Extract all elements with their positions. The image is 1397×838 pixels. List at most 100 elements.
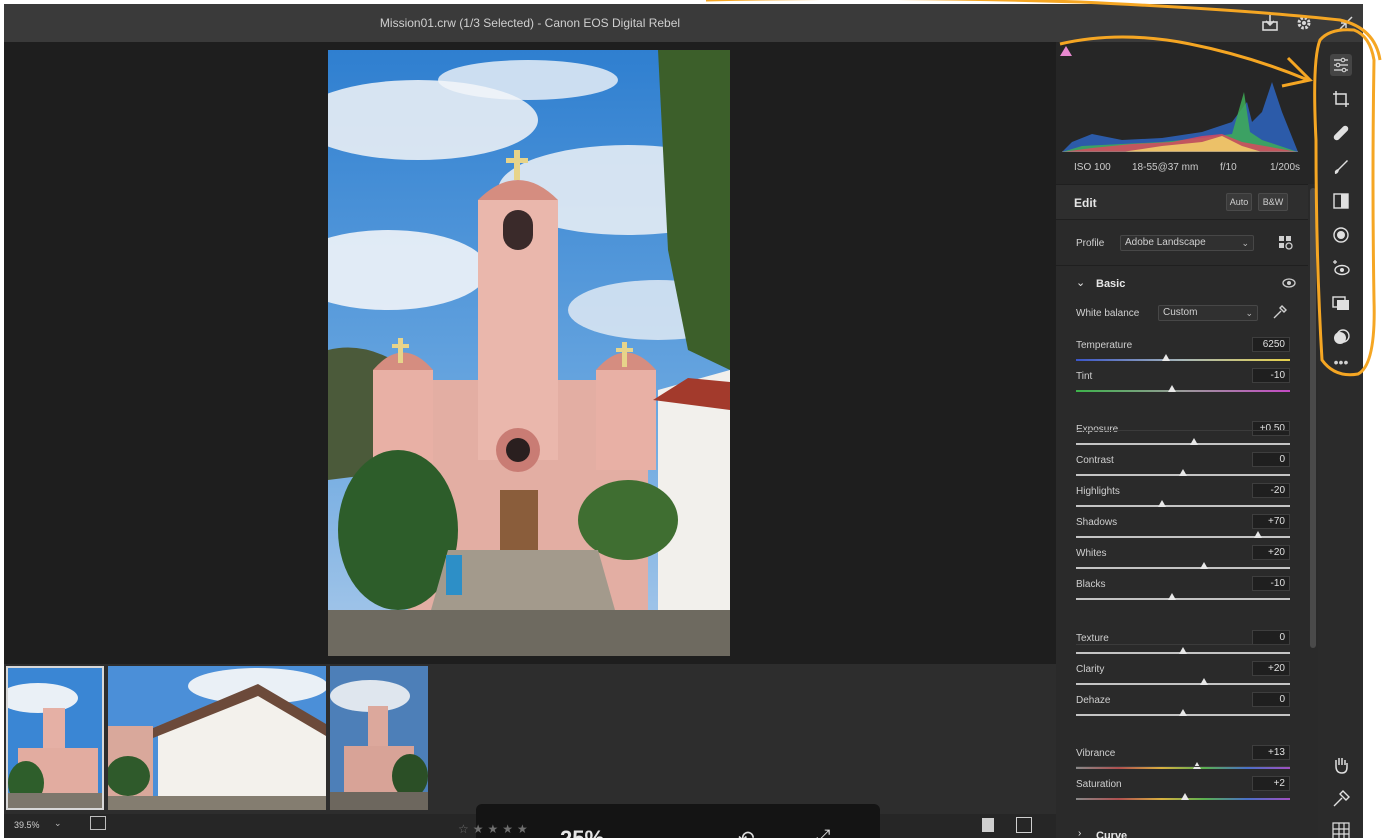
panel-scrollbar[interactable]	[1310, 188, 1316, 648]
thumbnail-2[interactable]	[108, 666, 326, 810]
slider-contrast[interactable]: Contrast 0	[1076, 452, 1296, 485]
healing-icon[interactable]	[1330, 122, 1352, 144]
crop-icon[interactable]	[1330, 88, 1352, 110]
slider-label: Tint	[1076, 371, 1093, 382]
grid-icon[interactable]	[1330, 820, 1352, 838]
slider-texture[interactable]: Texture 0	[1076, 630, 1296, 663]
slider-exposure[interactable]: Exposure+0.50	[1076, 421, 1296, 454]
slider-handle[interactable]	[1168, 593, 1177, 600]
snapshots-icon[interactable]	[1330, 292, 1352, 314]
slider-track[interactable]	[1076, 767, 1290, 769]
image-viewer[interactable]	[4, 42, 1056, 664]
overlay-zoom-value[interactable]: 25%	[560, 826, 604, 838]
more-icon[interactable]: •••	[1330, 355, 1352, 378]
slider-value-input[interactable]: +2	[1252, 776, 1290, 791]
slider-value-input[interactable]: +0.50	[1252, 421, 1290, 436]
shadow-clipping-icon[interactable]	[1060, 46, 1072, 56]
slider-value-input[interactable]: 0	[1252, 630, 1290, 645]
slider-value-input[interactable]: -20	[1252, 483, 1290, 498]
slider-dehaze[interactable]: Dehaze 0	[1076, 692, 1296, 725]
camera-raw-window: Mission01.crw (1/3 Selected) - Canon EOS…	[4, 4, 1363, 838]
slider-handle[interactable]	[1179, 709, 1187, 716]
slider-handle[interactable]	[1168, 385, 1177, 392]
single-view-icon[interactable]	[982, 818, 994, 832]
slider-value-input[interactable]: +70	[1252, 514, 1290, 529]
basic-title[interactable]: Basic	[1096, 278, 1125, 290]
basic-toggle-icon[interactable]: ⌄	[1076, 276, 1085, 289]
profile-dropdown[interactable]: Adobe Landscape ⌄	[1120, 235, 1254, 251]
slider-label: Blacks	[1076, 579, 1106, 590]
slider-label: Dehaze	[1076, 695, 1111, 706]
exif-lens: 18-55@37 mm	[1132, 162, 1199, 173]
red-eye-icon[interactable]	[1330, 258, 1352, 280]
slider-tint[interactable]: Tint -10	[1076, 368, 1296, 401]
slider-value-input[interactable]: +20	[1252, 545, 1290, 560]
eye-visibility-icon[interactable]	[1282, 276, 1296, 290]
edit-header: Edit Auto B&W	[1056, 184, 1308, 220]
brush-icon[interactable]	[1330, 156, 1352, 178]
edit-sliders-icon[interactable]	[1330, 54, 1352, 76]
rating-stars[interactable]: ☆★★★★	[458, 822, 532, 836]
thumbnail-1[interactable]	[6, 666, 104, 810]
profile-browser-icon[interactable]	[1278, 235, 1294, 251]
linear-gradient-icon[interactable]	[1330, 190, 1352, 212]
fullscreen-icon[interactable]: ⤢	[816, 826, 830, 838]
slider-handle[interactable]	[1179, 647, 1187, 654]
slider-handle[interactable]	[1200, 678, 1209, 685]
slider-saturation[interactable]: Saturation +2	[1076, 776, 1296, 809]
slider-track[interactable]	[1076, 359, 1290, 361]
slider-value-input[interactable]: +20	[1252, 661, 1290, 676]
slider-handle[interactable]	[1157, 500, 1166, 507]
settings-gear-icon[interactable]	[1294, 13, 1314, 33]
undo-icon[interactable]: ↶	[738, 826, 755, 838]
presets-icon[interactable]	[1330, 326, 1352, 348]
curve-section-header[interactable]: › Curve	[1056, 822, 1308, 838]
slider-value-input[interactable]: 0	[1252, 692, 1290, 707]
zoom-chevron-icon[interactable]: ⌄	[54, 818, 62, 829]
white-balance-label: White balance	[1076, 308, 1140, 319]
collapse-icon[interactable]	[1336, 13, 1356, 33]
slider-track[interactable]	[1076, 505, 1290, 507]
slider-whites[interactable]: Whites +20	[1076, 545, 1296, 578]
slider-handle[interactable]	[1189, 438, 1198, 445]
auto-button[interactable]: Auto	[1226, 193, 1252, 211]
exif-iso: ISO 100	[1074, 162, 1111, 173]
slider-handle[interactable]	[1179, 469, 1187, 476]
slider-track[interactable]	[1076, 567, 1290, 569]
exif-shutter: 1/200s	[1270, 162, 1301, 173]
slider-track[interactable]	[1076, 443, 1290, 445]
hand-icon[interactable]	[1330, 754, 1352, 776]
slider-track[interactable]	[1076, 390, 1290, 392]
slider-label: Clarity	[1076, 664, 1105, 675]
slider-temperature[interactable]: Temperature 6250	[1076, 337, 1296, 370]
slider-handle[interactable]	[1200, 562, 1209, 569]
eyedropper-icon[interactable]	[1272, 304, 1288, 320]
slider-track[interactable]	[1076, 598, 1290, 600]
slider-value-input[interactable]: -10	[1252, 576, 1290, 591]
slider-handle[interactable]	[1253, 531, 1262, 538]
slider-vibrance[interactable]: Vibrance +13	[1076, 745, 1296, 778]
slider-value-input[interactable]: 6250	[1252, 337, 1290, 352]
slider-handle[interactable]	[1181, 793, 1190, 800]
save-icon[interactable]	[1260, 13, 1280, 33]
slider-value-input[interactable]: -10	[1252, 368, 1290, 383]
slider-clarity[interactable]: Clarity +20	[1076, 661, 1296, 694]
slider-highlights[interactable]: Highlights -20	[1076, 483, 1296, 516]
radial-filter-icon[interactable]	[1330, 224, 1352, 246]
slider-value-input[interactable]: +13	[1252, 745, 1290, 760]
tool-strip: •••	[1318, 42, 1363, 838]
slider-shadows[interactable]: Shadows +70	[1076, 514, 1296, 547]
sampler-icon[interactable]	[1330, 788, 1352, 810]
zoom-level[interactable]: 39.5%	[14, 820, 40, 830]
slider-track[interactable]	[1076, 683, 1290, 685]
slider-label: Temperature	[1076, 340, 1133, 351]
bw-button[interactable]: B&W	[1258, 193, 1288, 211]
section-divider	[1076, 766, 1290, 767]
slider-blacks[interactable]: Blacks -10	[1076, 576, 1296, 609]
slider-handle[interactable]	[1161, 354, 1170, 361]
white-balance-dropdown[interactable]: Custom ⌄	[1158, 305, 1258, 321]
filmstrip-toggle-icon[interactable]	[90, 816, 106, 830]
thumbnail-3[interactable]	[330, 666, 428, 810]
slider-value-input[interactable]: 0	[1252, 452, 1290, 467]
before-after-icon[interactable]	[1016, 817, 1032, 833]
